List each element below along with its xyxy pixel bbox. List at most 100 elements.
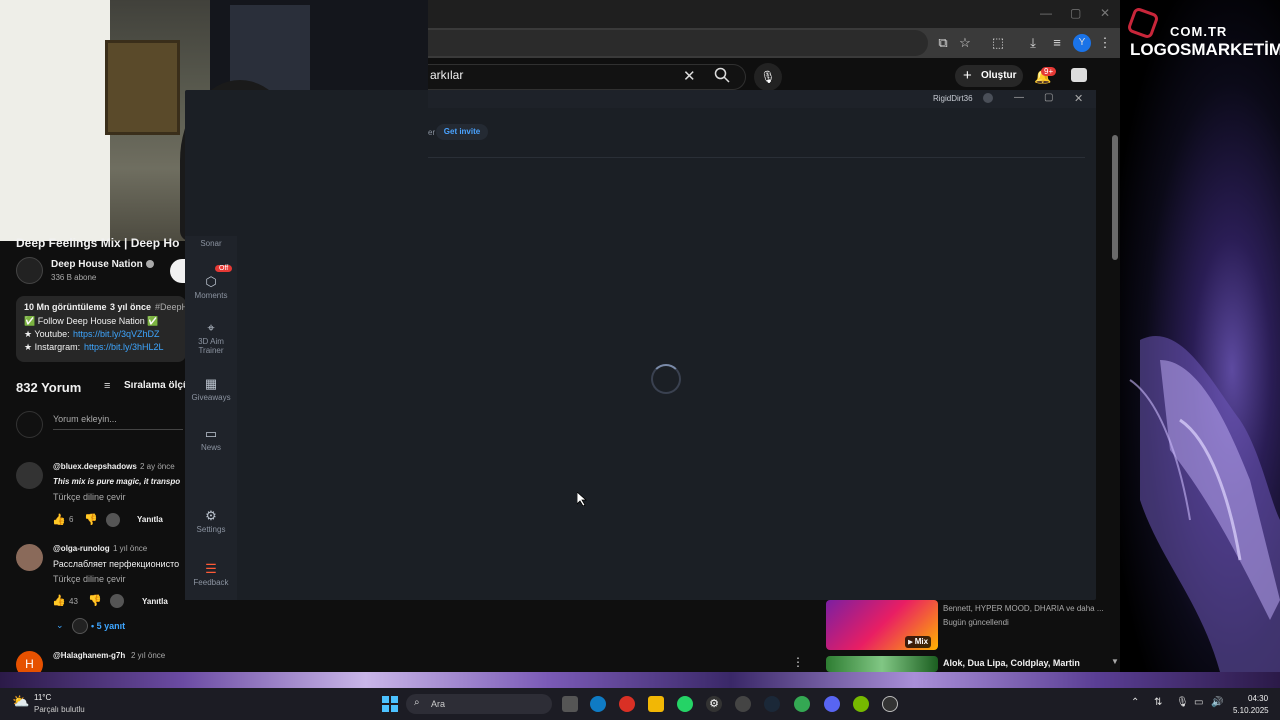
- search-icon: ⌕: [414, 697, 420, 708]
- nav-settings[interactable]: ⚙ Settings: [185, 508, 237, 535]
- close-icon[interactable]: ✕: [1100, 6, 1110, 20]
- nav-news[interactable]: ▭ News: [185, 427, 237, 453]
- comment-input[interactable]: Yorum ekleyin...: [53, 414, 183, 430]
- comment-age: 2 ay önce: [140, 462, 175, 471]
- show-hidden-icons[interactable]: ⌃: [1131, 697, 1139, 708]
- chrome-icon[interactable]: [619, 696, 635, 712]
- nav-sonar[interactable]: Sonar: [185, 239, 237, 248]
- like-icon[interactable]: 👍: [52, 513, 66, 526]
- cast-icon[interactable]: ⧉: [934, 34, 952, 52]
- extensions-icon[interactable]: ⬚: [989, 34, 1007, 52]
- channel-avatar[interactable]: [16, 257, 43, 284]
- verified-icon: [146, 260, 154, 268]
- user-avatar-icon[interactable]: [1071, 68, 1087, 82]
- view-count: 10 Mn görüntüleme: [24, 302, 107, 312]
- nav-label: 3D Aim Trainer: [198, 337, 224, 355]
- whatsapp-icon[interactable]: [677, 696, 693, 712]
- nav-giveaways[interactable]: ▦ Giveaways: [185, 377, 237, 403]
- discord-icon[interactable]: [824, 696, 840, 712]
- hashtag[interactable]: #DeepH: [155, 302, 188, 312]
- menu-dots-icon[interactable]: ⋮: [1096, 34, 1114, 52]
- steam-icon[interactable]: [764, 696, 780, 712]
- gear-icon: ⚙: [205, 508, 217, 523]
- invite-prefix: er: [428, 128, 436, 137]
- microphone-icon[interactable]: 🎙: [1176, 697, 1189, 708]
- creator-heart-icon: [106, 513, 120, 527]
- reply-avatar: [72, 618, 88, 634]
- media-icon[interactable]: ≡: [1048, 34, 1066, 52]
- comment-avatar[interactable]: [16, 462, 43, 489]
- download-icon[interactable]: ⤓: [1024, 34, 1042, 52]
- dislike-icon[interactable]: 👎: [88, 594, 102, 607]
- maximize-icon[interactable]: ▢: [1070, 6, 1081, 20]
- comment-menu-icon[interactable]: ⋮: [792, 655, 804, 669]
- overlay-close-icon[interactable]: ✕: [1074, 92, 1083, 105]
- clear-search-icon[interactable]: ✕: [683, 67, 696, 85]
- create-button[interactable]: + Oluştur: [955, 65, 1023, 87]
- get-invite-button[interactable]: Get invite: [436, 124, 488, 140]
- subscriber-count: 336 B abone: [51, 273, 97, 282]
- translate-link[interactable]: Türkçe diline çevir: [53, 574, 126, 584]
- gg-icon[interactable]: [882, 696, 898, 712]
- app-icon[interactable]: [735, 696, 751, 712]
- voice-search-button[interactable]: 🎙: [754, 63, 782, 91]
- sort-icon[interactable]: ≡: [104, 380, 110, 392]
- comment-author[interactable]: @Halaghanem-g7h: [53, 651, 125, 660]
- replies-toggle[interactable]: • 5 yanıt: [91, 621, 125, 631]
- comment-author[interactable]: @olga-runolog: [53, 544, 110, 553]
- nav-aim-trainer[interactable]: ⌖ 3D Aim Trainer: [185, 320, 237, 356]
- nav-moments[interactable]: ⬡ Moments: [185, 275, 237, 301]
- comment-count: 832 Yorum: [16, 380, 82, 395]
- file-explorer-icon[interactable]: [648, 696, 664, 712]
- minimize-icon[interactable]: —: [1040, 6, 1052, 20]
- task-view-icon[interactable]: [562, 696, 578, 712]
- translate-link[interactable]: Türkçe diline çevir: [53, 492, 126, 502]
- windows-start-icon[interactable]: [382, 696, 398, 712]
- instagram-link[interactable]: https://bit.ly/3hHL2L: [84, 342, 164, 352]
- overlay-maximize-icon[interactable]: ▢: [1044, 92, 1053, 103]
- profile-avatar[interactable]: Y: [1073, 34, 1091, 52]
- nav-feedback[interactable]: ☰ Feedback: [185, 562, 237, 588]
- edge-icon[interactable]: [590, 696, 606, 712]
- search-input[interactable]: [428, 64, 746, 90]
- scroll-down-icon[interactable]: ▼: [1111, 657, 1119, 666]
- mix-artists[interactable]: Alok, Dua Lipa, Coldplay, Martin: [943, 658, 1080, 668]
- display-icon[interactable]: ▭: [1194, 697, 1203, 708]
- desktop-wallpaper: [1120, 0, 1280, 672]
- like-count: 43: [69, 597, 78, 606]
- youtube-link[interactable]: https://bit.ly/3qVZhDZ: [73, 329, 160, 339]
- overlay-divider: [428, 157, 1085, 158]
- crosshair-icon: ⌖: [207, 320, 215, 335]
- weather-temp[interactable]: 11°C: [34, 693, 51, 702]
- create-label: Oluştur: [981, 70, 1017, 81]
- like-icon[interactable]: 👍: [52, 594, 66, 607]
- mix-badge-label: Mix: [914, 637, 929, 646]
- notification-badge: 9+: [1041, 67, 1057, 76]
- mix-thumbnail[interactable]: [826, 656, 938, 672]
- sort-label[interactable]: Sıralama ölçü: [124, 380, 189, 391]
- overlay-minimize-icon[interactable]: —: [1014, 92, 1024, 103]
- dislike-icon[interactable]: 👎: [84, 513, 98, 526]
- search-icon[interactable]: [714, 67, 730, 83]
- mix-artists[interactable]: Bennett, HYPER MOOD, DHARIA ve daha ...: [943, 604, 1104, 613]
- overlay-username[interactable]: RigidDirt36: [933, 94, 973, 103]
- clock-date[interactable]: 5.10.2025: [1233, 706, 1269, 715]
- comment-author[interactable]: @bluex.deepshadows: [53, 462, 137, 471]
- address-bar[interactable]: [428, 30, 928, 56]
- chevron-down-icon[interactable]: ⌄: [56, 620, 64, 631]
- reply-button[interactable]: Yanıtla: [142, 597, 168, 606]
- comment-avatar[interactable]: [16, 544, 43, 571]
- page-scrollbar[interactable]: [1112, 135, 1118, 260]
- weather-icon[interactable]: ⛅: [12, 693, 29, 710]
- reply-button[interactable]: Yanıtla: [137, 515, 163, 524]
- video-title: Deep Feelings Mix | Deep Ho: [16, 236, 180, 250]
- volume-icon[interactable]: 🔊: [1211, 697, 1223, 708]
- taskbar-search[interactable]: ⌕ Ara: [406, 694, 552, 714]
- bookmark-star-icon[interactable]: ☆: [956, 34, 974, 52]
- chrome-profile-icon[interactable]: [794, 696, 810, 712]
- channel-name[interactable]: Deep House Nation: [51, 259, 143, 270]
- network-icon[interactable]: ⇅: [1154, 697, 1162, 708]
- nvidia-icon[interactable]: [853, 696, 869, 712]
- steelseries-icon[interactable]: ⚙: [706, 696, 722, 712]
- clock-time[interactable]: 04:30: [1248, 694, 1268, 703]
